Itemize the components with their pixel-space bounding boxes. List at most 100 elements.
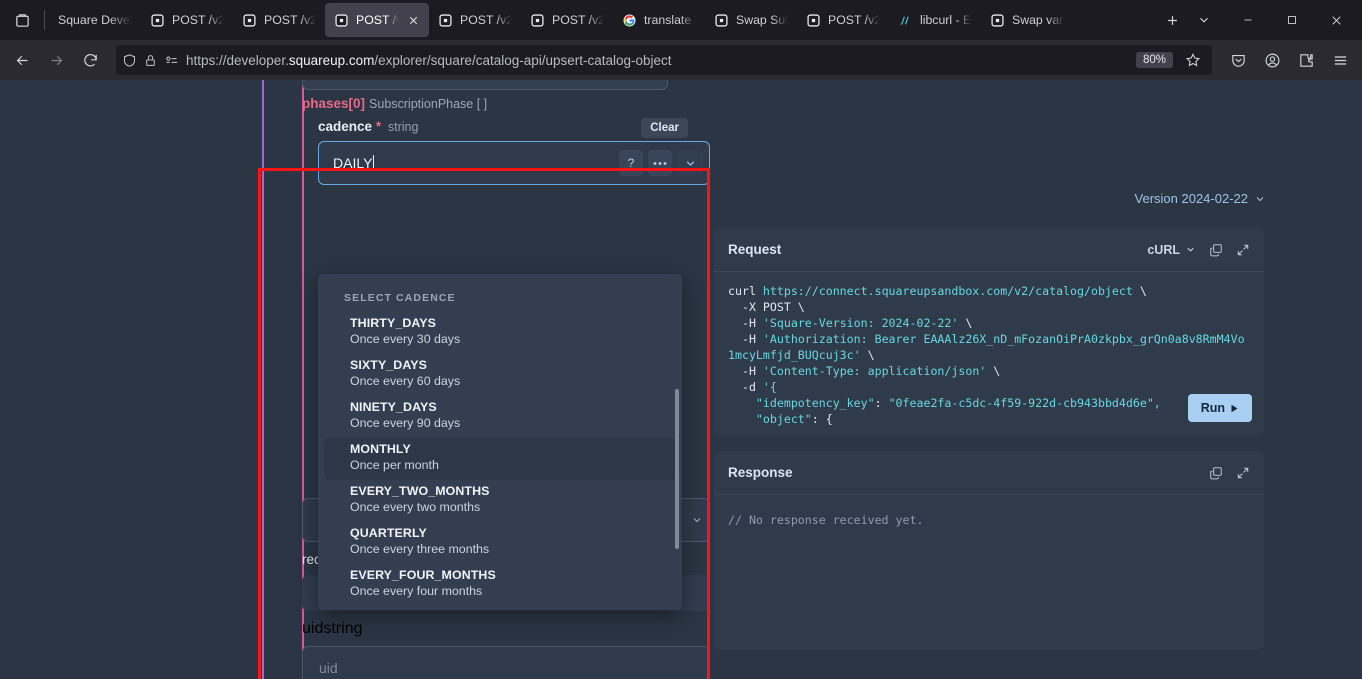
cadence-input[interactable]: DAILY ? bbox=[318, 141, 710, 185]
browser-tab[interactable]: Swap varia bbox=[981, 3, 1073, 37]
uid-input[interactable]: uid bbox=[302, 646, 710, 679]
request-panel-header: Request cURL bbox=[714, 228, 1264, 272]
dropdown-option-name: MONTHLY bbox=[350, 442, 411, 456]
browser-tab[interactable]: POST /v2/ bbox=[141, 3, 233, 37]
request-form-panel: phases[0] SubscriptionPhase [ ] cadence *… bbox=[258, 80, 710, 679]
permissions-icon[interactable] bbox=[164, 53, 179, 68]
browser-tab[interactable]: libcurl - Er bbox=[889, 3, 981, 37]
tab-label: POST /v2/ bbox=[828, 13, 880, 27]
dropdown-header: SELECT CADENCE bbox=[344, 292, 456, 304]
browser-nav-bar: https://developer.squareup.com/explorer/… bbox=[0, 40, 1362, 80]
expand-icon[interactable] bbox=[1236, 466, 1250, 480]
app-menu-button[interactable] bbox=[1324, 44, 1356, 76]
extensions-icon[interactable] bbox=[1290, 44, 1322, 76]
response-panel-tools bbox=[1209, 466, 1250, 480]
dropdown-option-name: THIRTY_DAYS bbox=[350, 316, 437, 330]
uid-type: string bbox=[323, 620, 363, 637]
copy-icon[interactable] bbox=[1209, 243, 1223, 257]
dropdown-option[interactable]: EVERY_SIX_MONTHS bbox=[324, 606, 676, 610]
list-all-tabs-button[interactable] bbox=[1188, 4, 1220, 36]
shield-icon[interactable] bbox=[122, 53, 137, 68]
code-l3-flag: -H bbox=[728, 316, 763, 330]
response-panel-title: Response bbox=[728, 465, 793, 480]
dropdown-option-description: Once every two months bbox=[350, 500, 481, 514]
close-tab-icon[interactable] bbox=[406, 13, 420, 27]
browser-tab[interactable]: Square Develo bbox=[49, 3, 141, 37]
browser-tab[interactable]: translate t bbox=[613, 3, 705, 37]
dropdown-option[interactable]: MONTHLY Once per month bbox=[324, 438, 676, 480]
dropdown-option-name: EVERY_FOUR_MONTHS bbox=[350, 568, 496, 582]
bookmark-star-icon[interactable] bbox=[1180, 47, 1206, 73]
ellipsis-icon[interactable] bbox=[648, 150, 672, 176]
account-icon[interactable] bbox=[1256, 44, 1288, 76]
dropdown-option-name: EVERY_TWO_MONTHS bbox=[350, 484, 490, 498]
code-l7-val: "0feae2fa-c5dc-4f59-922d-cb943bbd4d6e", bbox=[888, 396, 1161, 410]
code-l2: -X POST \ bbox=[728, 300, 805, 314]
browser-tab-bar: Square Develo POST /v2/POST /v2/POST /v PO… bbox=[0, 0, 1362, 40]
back-button[interactable] bbox=[6, 44, 38, 76]
code-l8-sep: : { bbox=[811, 412, 833, 426]
browser-tab[interactable]: POST /v2/ bbox=[797, 3, 889, 37]
close-window-button[interactable] bbox=[1314, 1, 1358, 39]
version-label: Version 2024-02-22 bbox=[1134, 191, 1248, 206]
tab-label: translate t bbox=[644, 13, 696, 27]
api-version-selector[interactable]: Version 2024-02-22 bbox=[1135, 191, 1266, 206]
save-to-pocket-icon[interactable] bbox=[1222, 44, 1254, 76]
question-mark-icon[interactable]: ? bbox=[619, 150, 643, 176]
reload-button[interactable] bbox=[74, 44, 106, 76]
url-path: /explorer/square/catalog-api/upsert-cata… bbox=[374, 52, 672, 68]
new-tab-button[interactable] bbox=[1156, 4, 1188, 36]
code-curl: curl bbox=[728, 284, 763, 298]
dropdown-option[interactable]: EVERY_FOUR_MONTHS Once every four months bbox=[324, 564, 676, 606]
run-button[interactable]: Run bbox=[1187, 394, 1252, 422]
tab-label: POST /v2/ bbox=[172, 13, 224, 27]
browser-tab[interactable]: POST /v2/ bbox=[429, 3, 521, 37]
postman-icon bbox=[242, 13, 257, 28]
url-text[interactable]: https://developer.squareup.com/explorer/… bbox=[186, 53, 1129, 68]
language-selector[interactable]: cURL bbox=[1147, 243, 1196, 257]
code-l5-flag: -H bbox=[728, 364, 763, 378]
expand-icon[interactable] bbox=[1236, 243, 1250, 257]
chevron-down-icon[interactable] bbox=[691, 514, 703, 526]
group-title: phases[0] SubscriptionPhase [ ] bbox=[302, 96, 710, 111]
minimize-button[interactable] bbox=[1226, 1, 1270, 39]
code-l4-flag: -H bbox=[728, 332, 763, 346]
code-l5-val: 'Content-Type: application/json' bbox=[762, 364, 987, 378]
response-body: // No response received yet. bbox=[728, 513, 924, 527]
previous-field-partial[interactable] bbox=[302, 80, 668, 90]
cadence-dropdown[interactable]: SELECT CADENCE THIRTY_DAYS Once every 30 … bbox=[318, 274, 682, 610]
copy-icon[interactable] bbox=[1209, 466, 1223, 480]
firefox-view-button[interactable] bbox=[4, 4, 40, 36]
browser-tab[interactable]: POST /v bbox=[325, 3, 429, 37]
browser-tab[interactable]: Swap Subs bbox=[705, 3, 797, 37]
dropdown-option[interactable]: NINETY_DAYS Once every 90 days bbox=[324, 396, 676, 438]
code-l1-cont: \ bbox=[1132, 284, 1147, 298]
dropdown-scrollbar[interactable] bbox=[675, 389, 679, 549]
browser-tab[interactable]: POST /v2/ bbox=[233, 3, 325, 37]
lock-icon[interactable] bbox=[144, 54, 157, 67]
dropdown-option[interactable]: THIRTY_DAYS Once every 30 days bbox=[324, 312, 676, 354]
dropdown-option[interactable]: QUARTERLY Once every three months bbox=[324, 522, 676, 564]
chevron-down-icon[interactable] bbox=[677, 150, 703, 176]
tab-label: POST /v2/ bbox=[552, 13, 604, 27]
request-panel-title: Request bbox=[728, 242, 782, 257]
code-l3-val: 'Square-Version: 2024-02-22' bbox=[762, 316, 959, 330]
url-bar[interactable]: https://developer.squareup.com/explorer/… bbox=[116, 45, 1212, 75]
dropdown-option-name: QUARTERLY bbox=[350, 526, 427, 540]
zoom-level-badge[interactable]: 80% bbox=[1135, 52, 1173, 68]
browser-tab[interactable]: POST /v2/ bbox=[521, 3, 613, 37]
google-icon bbox=[622, 13, 637, 28]
forward-button[interactable] bbox=[40, 44, 72, 76]
uid-label: uidstring bbox=[302, 620, 710, 638]
maximize-button[interactable] bbox=[1270, 1, 1314, 39]
chevron-down-icon[interactable] bbox=[1254, 193, 1266, 205]
code-l4-cont: \ bbox=[860, 348, 875, 362]
tab-actions bbox=[1156, 4, 1220, 36]
dropdown-option[interactable]: EVERY_TWO_MONTHS Once every two months bbox=[324, 480, 676, 522]
tab-label: POST /v bbox=[356, 13, 399, 27]
uid-field: uidstring uid bbox=[302, 620, 710, 679]
url-prefix: https://developer. bbox=[186, 52, 289, 68]
clear-button[interactable]: Clear bbox=[641, 118, 688, 138]
request-panel-tools: cURL bbox=[1147, 243, 1250, 257]
dropdown-option[interactable]: SIXTY_DAYS Once every 60 days bbox=[324, 354, 676, 396]
